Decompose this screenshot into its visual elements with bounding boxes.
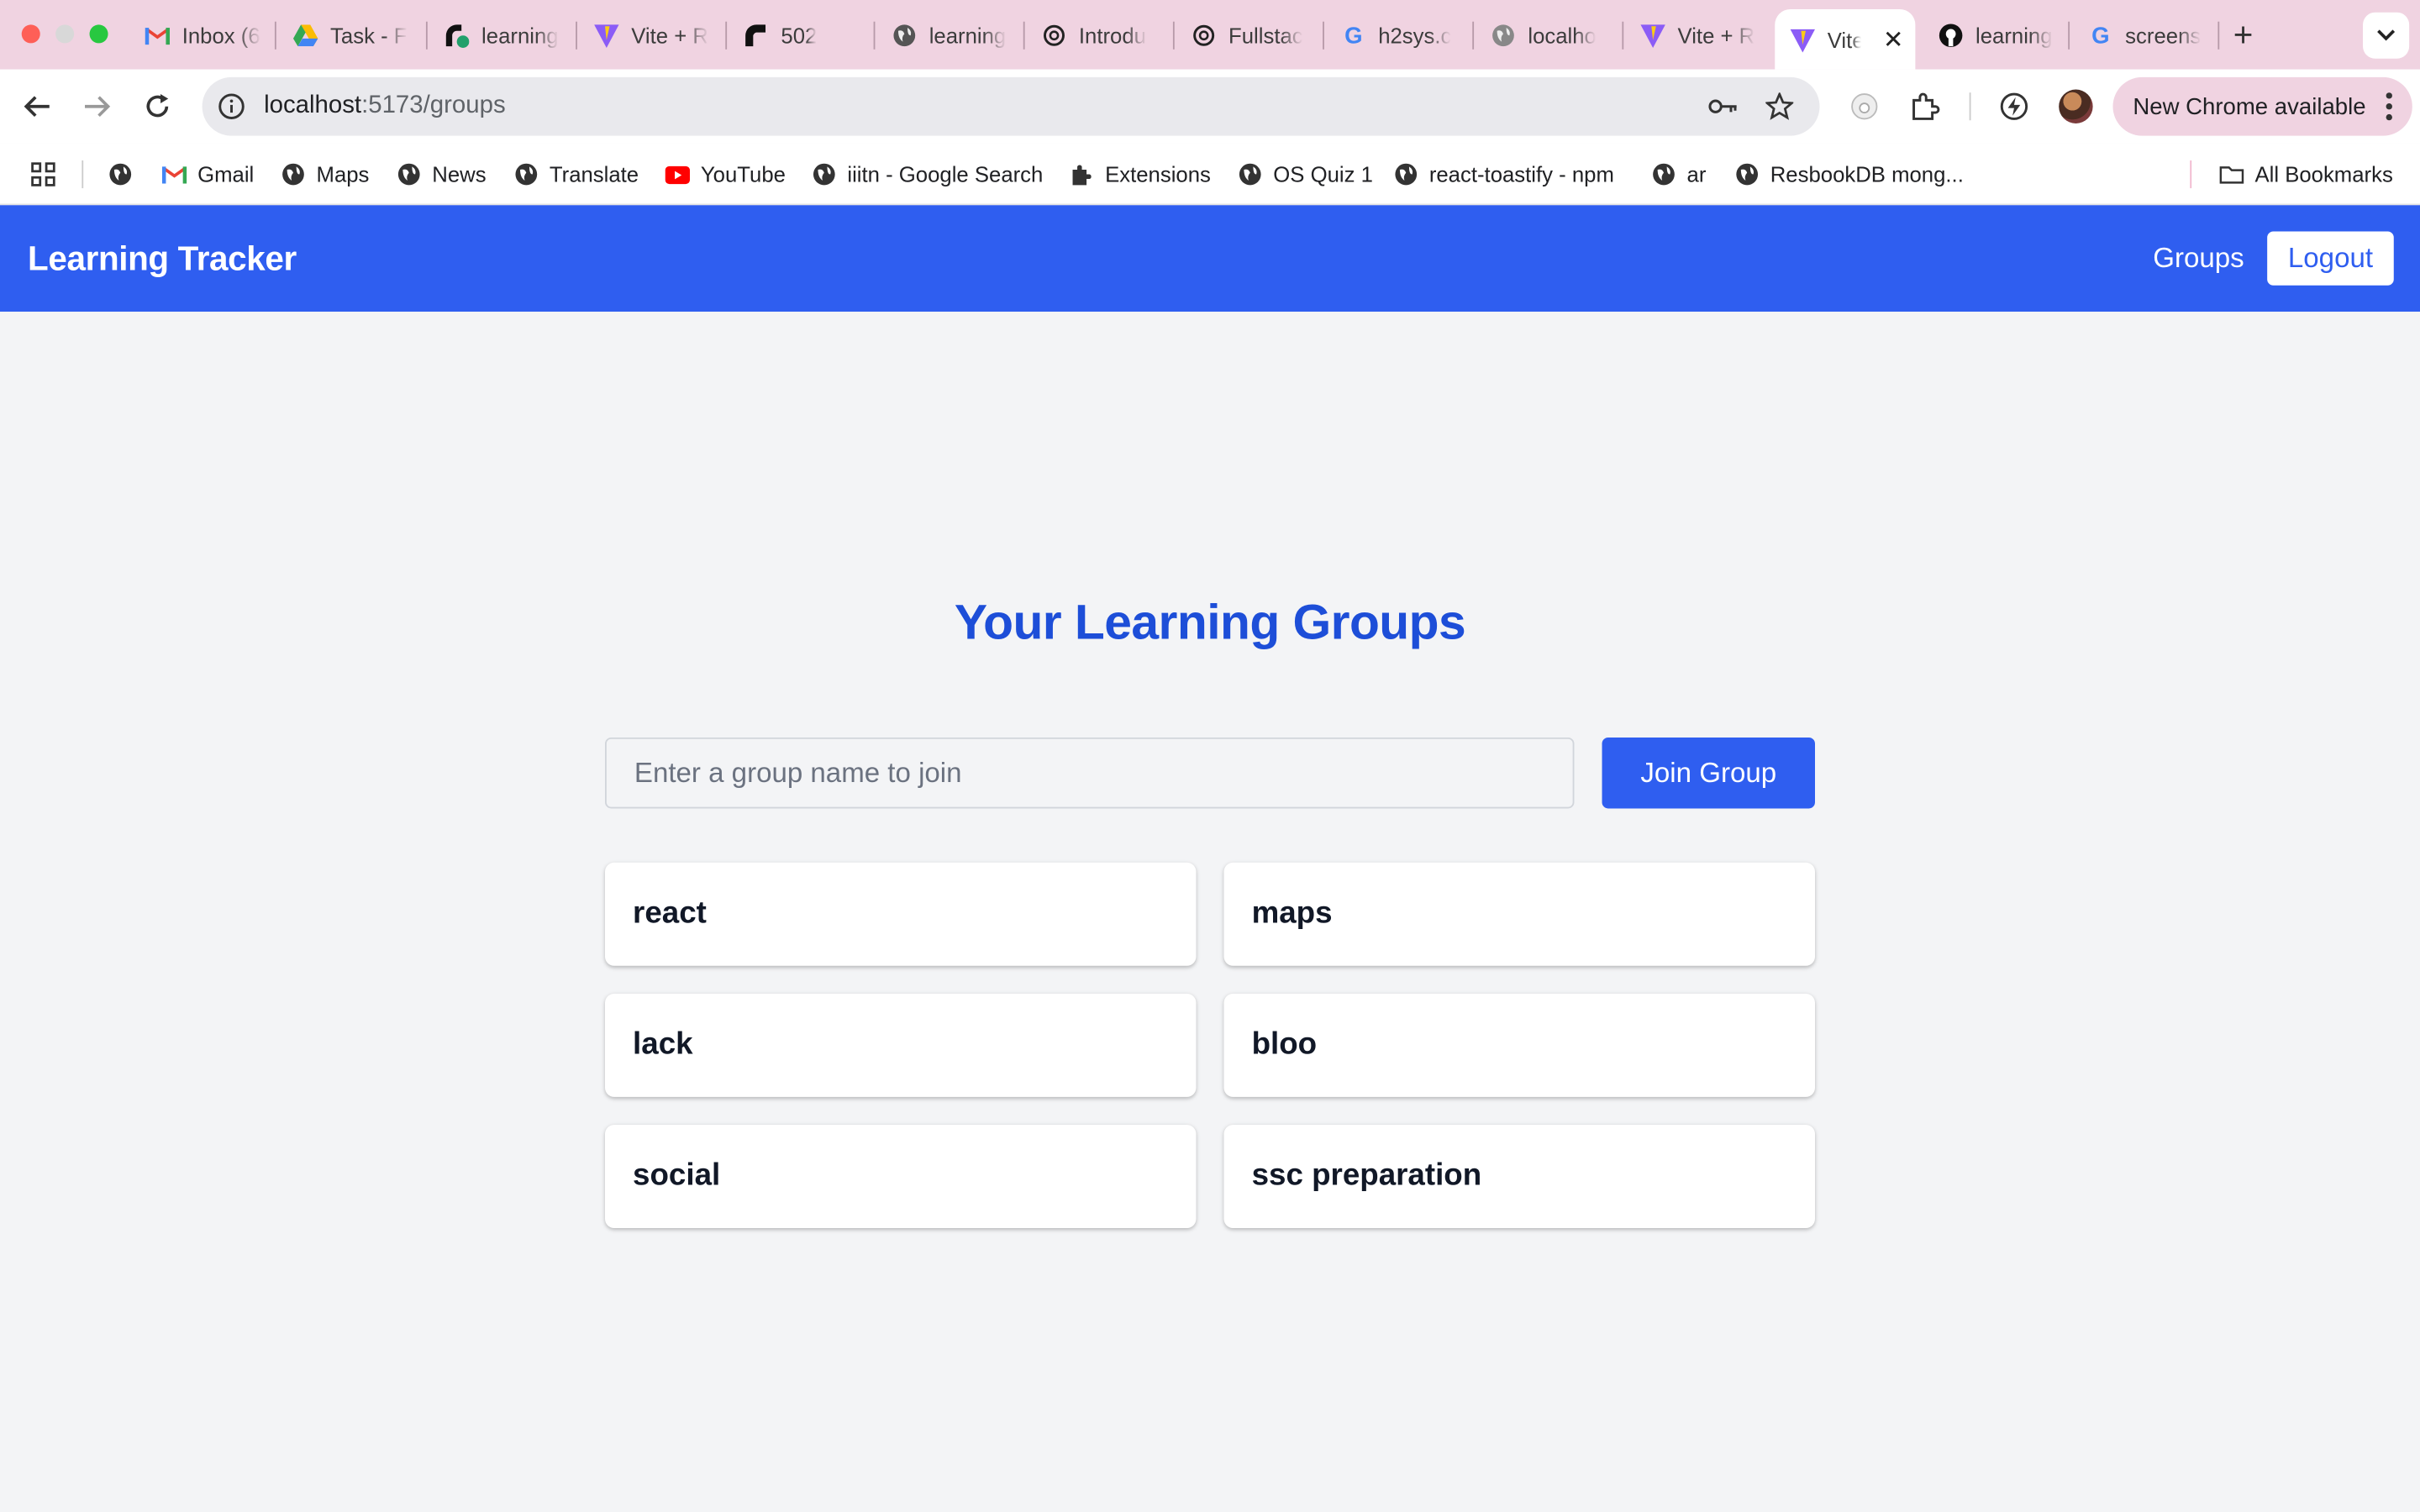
close-window-button[interactable] — [21, 24, 40, 44]
bookmark-youtube[interactable]: YouTube — [665, 144, 786, 205]
tab-search-button[interactable] — [2363, 12, 2410, 59]
openai-icon — [1042, 24, 1066, 48]
bookmark-globe[interactable] — [108, 144, 133, 205]
tab-0[interactable]: Inbox (6 — [129, 13, 266, 59]
tab-10[interactable]: Vite + R — [1625, 13, 1764, 59]
bookmark-gmail[interactable]: Gmail — [161, 144, 254, 205]
close-tab-icon[interactable]: ✕ — [1883, 24, 1904, 55]
globe-icon — [1734, 162, 1759, 186]
extensions-puzzle-icon[interactable] — [1906, 88, 1943, 125]
bookmark-iiitn-search[interactable]: iiitn - Google Search — [812, 144, 1043, 205]
apps-grid-button[interactable] — [31, 144, 55, 205]
globe-icon — [812, 162, 836, 186]
site-info-icon[interactable] — [214, 90, 248, 123]
group-card-ssc-preparation[interactable]: ssc preparation — [1223, 1124, 1815, 1229]
profile-avatar[interactable] — [2059, 89, 2093, 123]
group-card-maps[interactable]: maps — [1223, 862, 1815, 966]
performance-icon[interactable] — [1996, 88, 2033, 125]
arrow-right-icon — [85, 96, 111, 118]
globe-icon — [397, 162, 421, 186]
google-icon: G — [1344, 22, 1363, 49]
globe-icon — [892, 24, 917, 48]
forward-button[interactable] — [79, 88, 116, 125]
puzzle-icon — [1070, 162, 1094, 186]
tab-12[interactable]: learning — [1923, 13, 2062, 59]
group-card-bloo[interactable]: bloo — [1223, 993, 1815, 1097]
app-brand[interactable]: Learning Tracker — [28, 205, 297, 312]
tab-3[interactable]: Vite + R — [579, 13, 718, 59]
render-icon — [744, 24, 768, 48]
globe-icon — [108, 162, 133, 186]
vite-icon — [1790, 27, 1815, 52]
page-title: Your Learning Groups — [954, 594, 1466, 650]
group-card-lack[interactable]: lack — [605, 993, 1197, 1097]
tab-1[interactable]: Task - F — [278, 13, 417, 59]
google-drive-icon — [292, 24, 318, 48]
tab-13[interactable]: G screens — [2073, 13, 2215, 59]
globe-icon — [1394, 162, 1418, 186]
arrow-left-icon — [24, 96, 50, 118]
tab-7[interactable]: Fullstac — [1176, 13, 1315, 59]
chrome-update-button[interactable]: New Chrome available — [2112, 76, 2412, 136]
youtube-icon — [665, 162, 691, 186]
gmail-icon — [145, 24, 171, 48]
globe-icon — [1238, 162, 1262, 186]
tab-2[interactable]: learning — [429, 13, 568, 59]
google-icon: G — [2091, 22, 2110, 49]
bookmark-os-quiz[interactable]: OS Quiz 1 — [1238, 144, 1373, 205]
bookmark-react-toastify[interactable]: react-toastify - npm — [1394, 144, 1614, 205]
tab-5[interactable]: learning — [876, 13, 1015, 59]
more-menu-icon[interactable] — [2386, 92, 2392, 121]
app-navbar: Learning Tracker Groups Logout — [0, 205, 2420, 312]
vite-icon — [1640, 24, 1665, 48]
all-bookmarks-button[interactable]: All Bookmarks — [2219, 144, 2393, 205]
reload-icon — [146, 94, 169, 118]
back-button[interactable] — [18, 88, 55, 125]
zoom-window-button[interactable] — [89, 24, 108, 44]
logout-button[interactable]: Logout — [2267, 231, 2394, 286]
groups-grid: react maps lack bloo social ssc preparat… — [605, 862, 1815, 1229]
bookmark-news[interactable]: News — [397, 144, 487, 205]
render-icon — [445, 24, 470, 48]
globe-icon — [1651, 162, 1676, 186]
join-group-button[interactable]: Join Group — [1602, 737, 1815, 809]
bookmarks-bar: Gmail Maps News Translate YouTube iiitn … — [0, 143, 2420, 206]
group-card-social[interactable]: social — [605, 1124, 1197, 1229]
globe-icon — [1491, 24, 1515, 48]
vite-icon — [594, 24, 619, 48]
bookmark-resbookdb[interactable]: ResbookDB mong... — [1734, 144, 1964, 205]
bookmark-star-icon[interactable] — [1764, 91, 1795, 122]
password-key-icon[interactable] — [1708, 91, 1739, 122]
github-icon — [1939, 24, 1963, 48]
group-name-input[interactable] — [605, 737, 1575, 809]
folder-icon — [2219, 162, 2244, 186]
nav-link-groups[interactable]: Groups — [2153, 205, 2244, 312]
address-bar[interactable]: localhost:5173/groups — [202, 76, 1820, 136]
globe-icon — [281, 162, 305, 186]
tab-11-active[interactable]: Vite ✕ — [1775, 9, 1916, 70]
globe-icon — [514, 162, 539, 186]
tab-4[interactable]: 502 — [729, 13, 867, 59]
tab-strip: Inbox (6 Task - F learning Vite + R 502 … — [0, 0, 2420, 70]
chevron-down-icon — [2377, 29, 2396, 41]
url-text: localhost:5173/groups — [264, 92, 506, 119]
minimize-window-button[interactable] — [55, 24, 75, 44]
bookmark-extensions[interactable]: Extensions — [1070, 144, 1211, 205]
extension-bear-icon[interactable] — [1846, 88, 1883, 125]
apps-grid-icon — [31, 162, 55, 186]
group-card-react[interactable]: react — [605, 862, 1197, 966]
reload-button[interactable] — [139, 88, 176, 125]
openai-icon — [1192, 24, 1216, 48]
tab-9[interactable]: localho — [1476, 13, 1614, 59]
browser-toolbar: localhost:5173/groups New Chrome availab… — [0, 69, 2420, 144]
new-tab-button[interactable]: + — [2233, 15, 2254, 55]
bookmark-ar[interactable]: ar — [1651, 144, 1706, 205]
tab-6[interactable]: Introdu — [1026, 13, 1165, 59]
gmail-icon — [161, 162, 187, 186]
tab-8[interactable]: G h2sys.c — [1326, 13, 1465, 59]
bookmark-maps[interactable]: Maps — [281, 144, 369, 205]
bookmark-translate[interactable]: Translate — [514, 144, 639, 205]
